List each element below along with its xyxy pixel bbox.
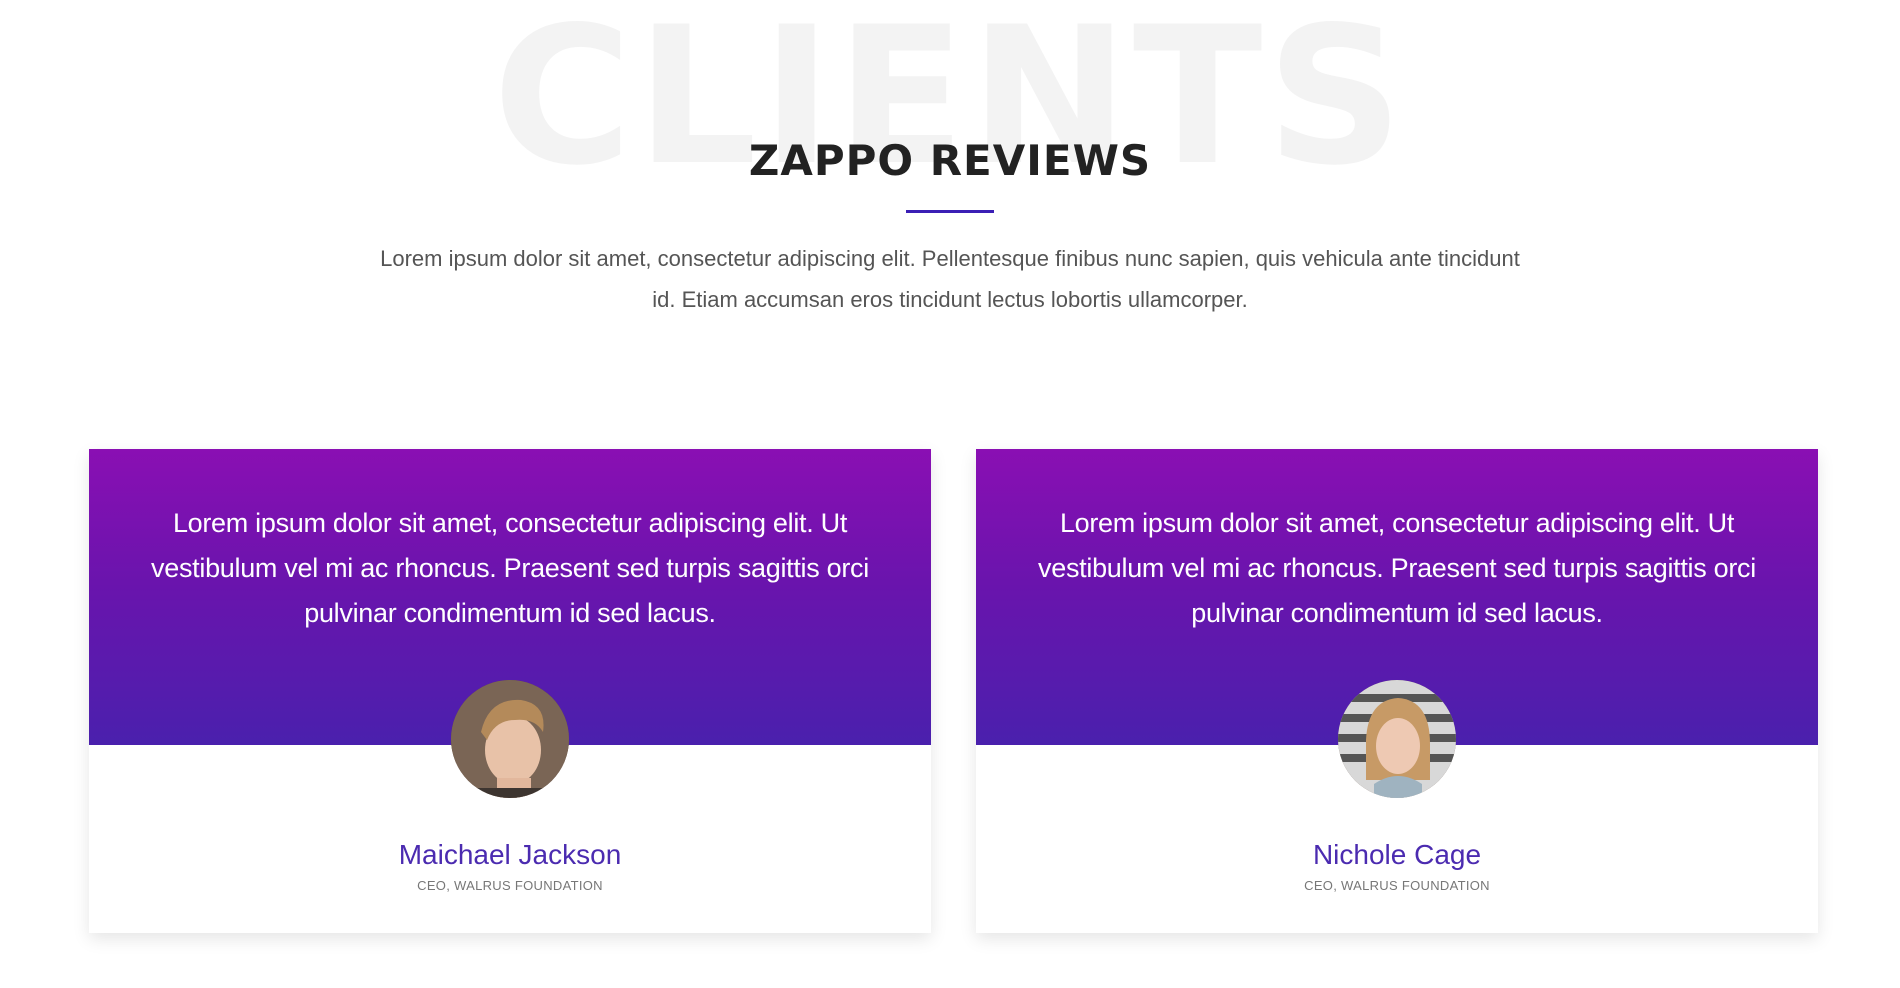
reviewer-role: CEO, WALRUS FOUNDATION — [417, 878, 603, 893]
testimonial-card: Lorem ipsum dolor sit amet, consectetur … — [976, 449, 1818, 933]
woman-avatar-icon — [1338, 680, 1456, 798]
testimonial-quote: Lorem ipsum dolor sit amet, consectetur … — [1038, 508, 1756, 628]
title-underline — [906, 210, 994, 213]
reviewer-name: Maichael Jackson — [398, 839, 622, 870]
testimonial-quote: Lorem ipsum dolor sit amet, consectetur … — [151, 508, 869, 628]
testimonial-card: Lorem ipsum dolor sit amet, consectetur … — [89, 449, 931, 933]
reviewer-role: CEO, WALRUS FOUNDATION — [1304, 878, 1490, 893]
section-title: ZAPPO REVIEWS — [748, 136, 1152, 185]
reviewer-name: Nichole Cage — [1312, 839, 1482, 870]
reviews-section: CLIENTS ZAPPO REVIEWS Lorem ipsum dolor … — [0, 0, 1900, 988]
section-intro: Lorem ipsum dolor sit amet, consectetur … — [380, 246, 1520, 312]
man-avatar-icon — [451, 680, 569, 798]
